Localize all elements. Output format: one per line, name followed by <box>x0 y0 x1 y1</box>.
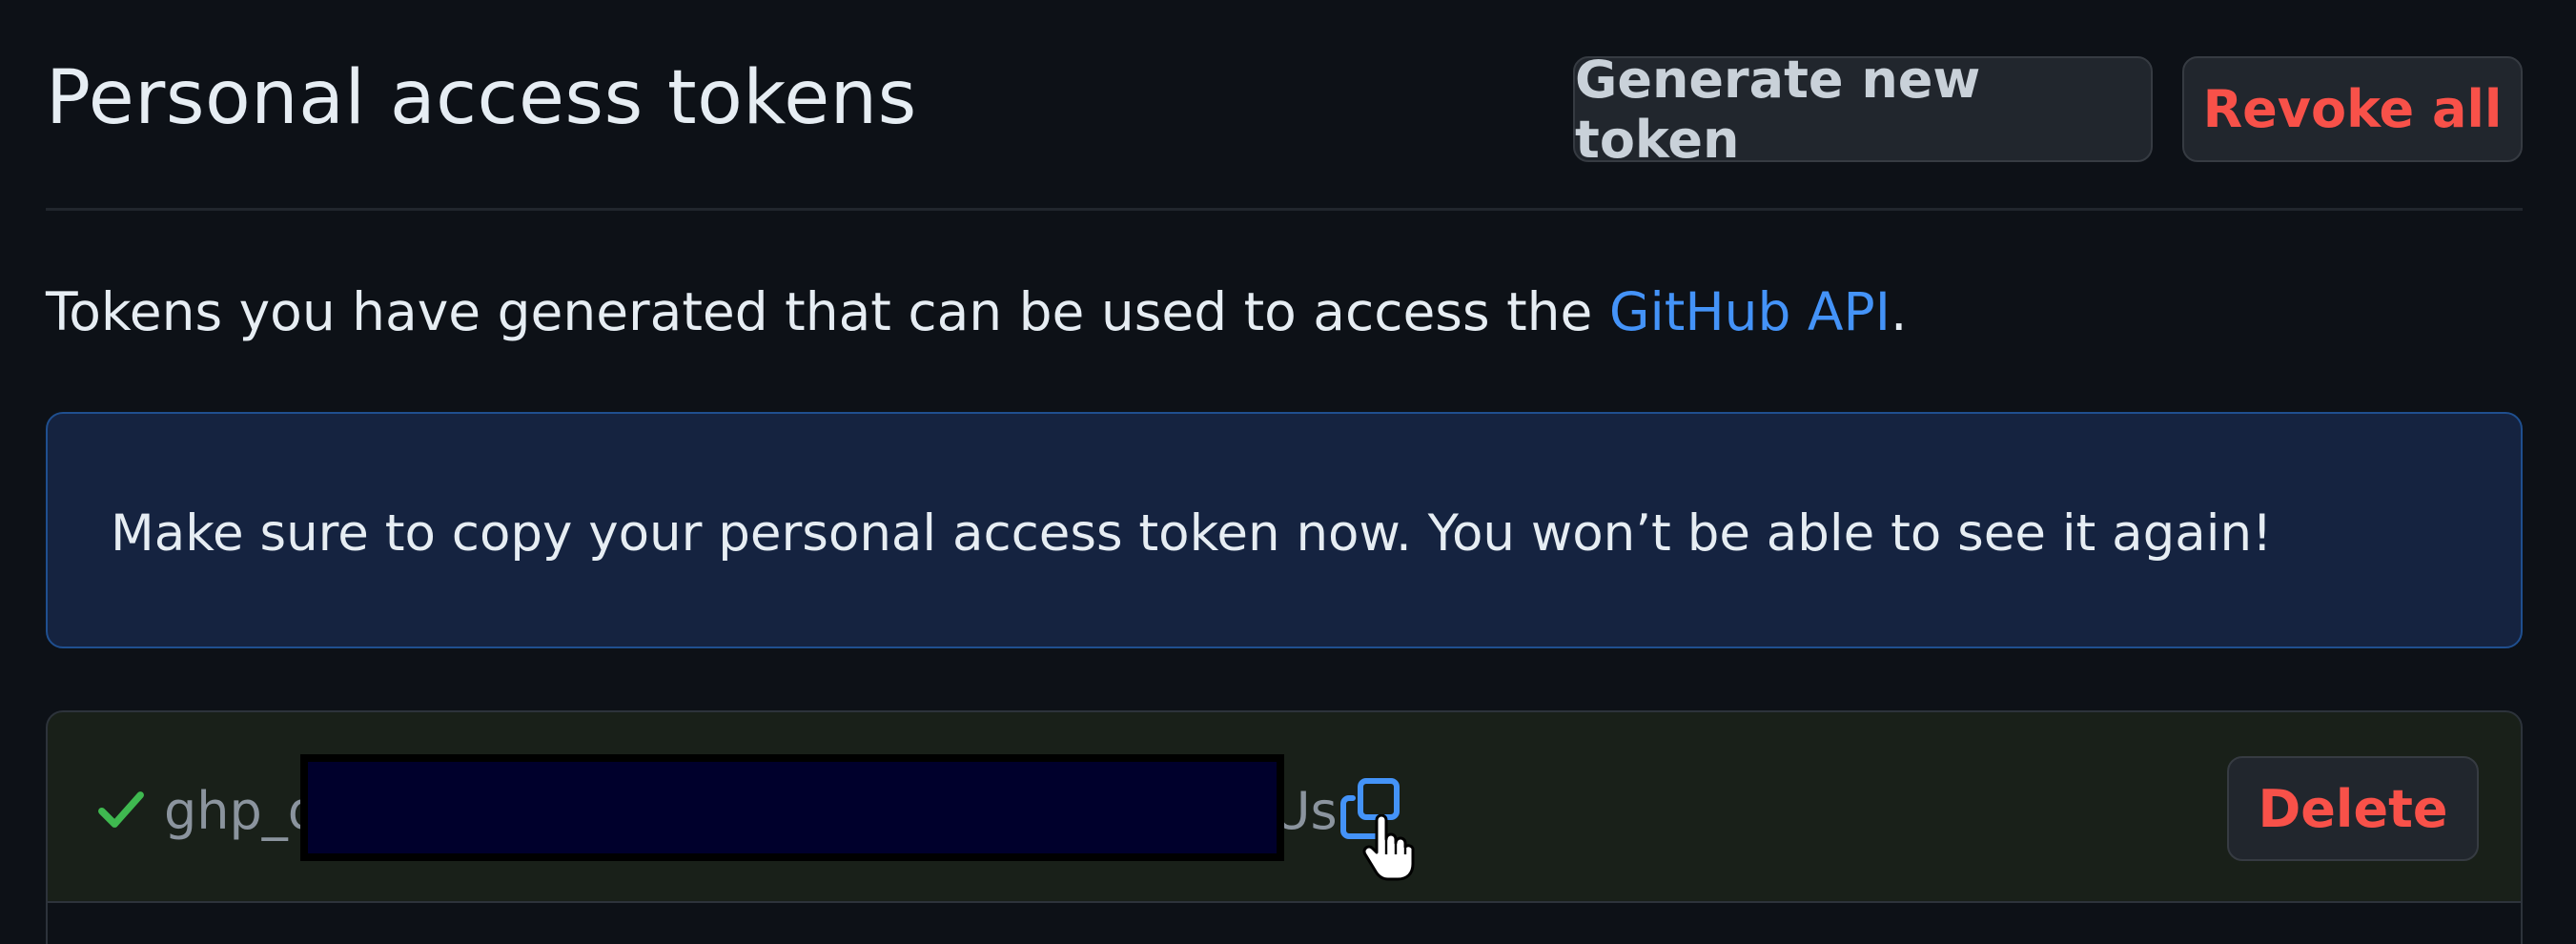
token-prefix: ghp_d <box>164 781 321 841</box>
flash-notice: Make sure to copy your personal access t… <box>46 412 2523 648</box>
flash-message: Make sure to copy your personal access t… <box>111 504 2273 563</box>
description-suffix: . <box>1890 281 1908 342</box>
revoke-all-button[interactable]: Revoke all <box>2182 56 2523 162</box>
token-redaction-box <box>300 754 1284 861</box>
description-prefix: Tokens you have generated that can be us… <box>46 281 1609 342</box>
check-icon <box>98 791 144 828</box>
new-token-row: ghp_d Us Delete <box>46 710 2523 944</box>
page: Personal access tokens Generate new toke… <box>0 0 2576 944</box>
page-title: Personal access tokens <box>46 55 917 141</box>
github-api-link[interactable]: GitHub API <box>1609 281 1891 342</box>
description-text: Tokens you have generated that can be us… <box>46 281 1907 342</box>
header-divider <box>46 208 2523 211</box>
hand-pointer-cursor-icon <box>1362 814 1415 881</box>
delete-token-button[interactable]: Delete <box>2227 756 2479 861</box>
generate-new-token-button[interactable]: Generate new token <box>1573 50 2153 170</box>
